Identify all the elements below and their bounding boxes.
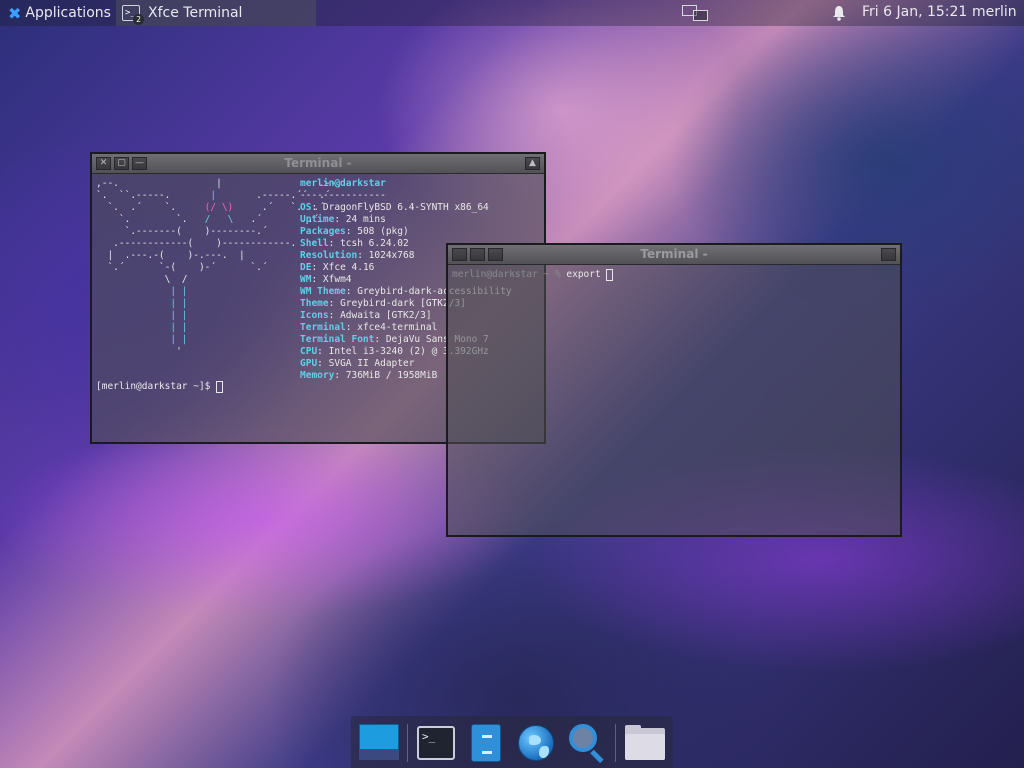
text-cursor: [606, 269, 614, 281]
window-title: Terminal -: [640, 247, 708, 261]
terminal-icon: >_ 2: [122, 5, 144, 25]
info-colon: :: [328, 298, 341, 309]
info-separator: ---------------: [300, 190, 386, 201]
info-value: Adwaita [GTK2/3]: [340, 310, 432, 321]
info-colon: :: [334, 214, 346, 225]
info-colon: :: [345, 226, 358, 237]
info-colon: :: [328, 238, 341, 249]
info-key: WM Theme: [300, 286, 346, 297]
info-colon: :: [357, 250, 369, 261]
clock[interactable]: Fri 6 Jan, 15:21: [862, 4, 967, 20]
applications-label: Applications: [25, 5, 111, 21]
info-value: xfce4-terminal: [357, 322, 438, 333]
info-key: Resolution: [300, 250, 358, 261]
info-colon: :: [374, 334, 386, 345]
info-value: 1024x768: [368, 250, 415, 261]
info-row: OS: DragonFlyBSD 6.4-SYNTH x86_64: [300, 202, 512, 214]
workspace-switcher-icon[interactable]: [682, 5, 710, 21]
info-colon: :: [334, 370, 346, 381]
info-key: Theme: [300, 298, 329, 309]
info-value: DragonFlyBSD 6.4-SYNTH x86_64: [322, 202, 489, 213]
show-desktop-icon[interactable]: [357, 722, 399, 764]
info-value: Xfce 4.16: [322, 262, 375, 273]
home-folder-icon[interactable]: [623, 722, 665, 764]
info-key: Terminal: [300, 322, 346, 333]
info-value: 736MiB / 1958MiB: [345, 370, 438, 381]
titlebar[interactable]: ✕ ▢ — Terminal - ▲: [92, 154, 544, 174]
user-host: merlin@darkstar: [300, 178, 386, 189]
info-row: Uptime: 24 mins: [300, 214, 512, 226]
dock-separator: [615, 724, 616, 762]
applications-menu-button[interactable]: ✖ Applications: [8, 3, 111, 23]
text-cursor: [216, 381, 224, 393]
info-colon: :: [345, 286, 358, 297]
info-value: SVGA II Adapter: [328, 358, 415, 369]
info-colon: :: [345, 322, 358, 333]
info-key: OS: [300, 202, 312, 213]
info-header: merlin@darkstar: [300, 178, 512, 190]
shell-prompt: [merlin@darkstar ~]$: [96, 381, 217, 392]
terminal-window-2[interactable]: Terminal - merlin@darkstar ~ % export: [446, 243, 902, 537]
shell-prompt: merlin@darkstar ~ %: [452, 269, 567, 280]
info-row: Packages: 508 (pkg): [300, 226, 512, 238]
info-value: 508 (pkg): [357, 226, 409, 237]
info-key: Memory: [300, 370, 335, 381]
user-menu[interactable]: merlin: [972, 4, 1017, 20]
taskbar-button-terminal[interactable]: >_ 2 Xfce Terminal: [116, 0, 316, 26]
info-colon: :: [311, 202, 323, 213]
taskbar-label: Xfce Terminal: [148, 5, 243, 21]
terminal-glyph: >_: [417, 726, 455, 760]
terminal-launcher-icon[interactable]: >_: [415, 722, 457, 764]
info-key: WM: [300, 274, 312, 285]
shade-button[interactable]: ▲: [525, 157, 540, 170]
typed-command: export: [566, 269, 607, 280]
info-colon: :: [311, 262, 323, 273]
info-value: tcsh 6.24.02: [340, 238, 409, 249]
dock-separator: [407, 724, 408, 762]
notification-bell-icon[interactable]: [832, 5, 846, 21]
info-colon: :: [317, 346, 329, 357]
file-manager-icon[interactable]: [465, 722, 507, 764]
shell-prompt-line[interactable]: [merlin@darkstar ~]$: [96, 381, 224, 393]
info-key: GPU: [300, 358, 318, 369]
titlebar[interactable]: Terminal -: [448, 245, 900, 265]
web-browser-icon[interactable]: [515, 722, 557, 764]
shell-prompt-line[interactable]: merlin@darkstar ~ % export: [452, 269, 614, 281]
window-title: Terminal -: [284, 156, 352, 170]
info-key: Shell: [300, 238, 329, 249]
info-key: Packages: [300, 226, 346, 237]
info-colon: :: [317, 358, 329, 369]
top-panel: ✖ Applications >_ 2 Xfce Terminal Fri 6 …: [0, 0, 1024, 26]
dock: >_: [351, 716, 673, 768]
info-colon: :: [328, 310, 341, 321]
info-key: Uptime: [300, 214, 335, 225]
info-key: CPU: [300, 346, 318, 357]
shade-button[interactable]: [881, 248, 896, 261]
info-key: Icons: [300, 310, 329, 321]
info-key: DE: [300, 262, 312, 273]
info-colon: :: [311, 274, 323, 285]
info-value: 24 mins: [345, 214, 386, 225]
xfce-logo-icon: ✖: [8, 3, 22, 23]
window-count-badge: 2: [133, 14, 144, 25]
app-finder-search-icon[interactable]: [565, 722, 607, 764]
info-value: Xfwm4: [322, 274, 352, 285]
info-key: Terminal Font: [300, 334, 375, 345]
